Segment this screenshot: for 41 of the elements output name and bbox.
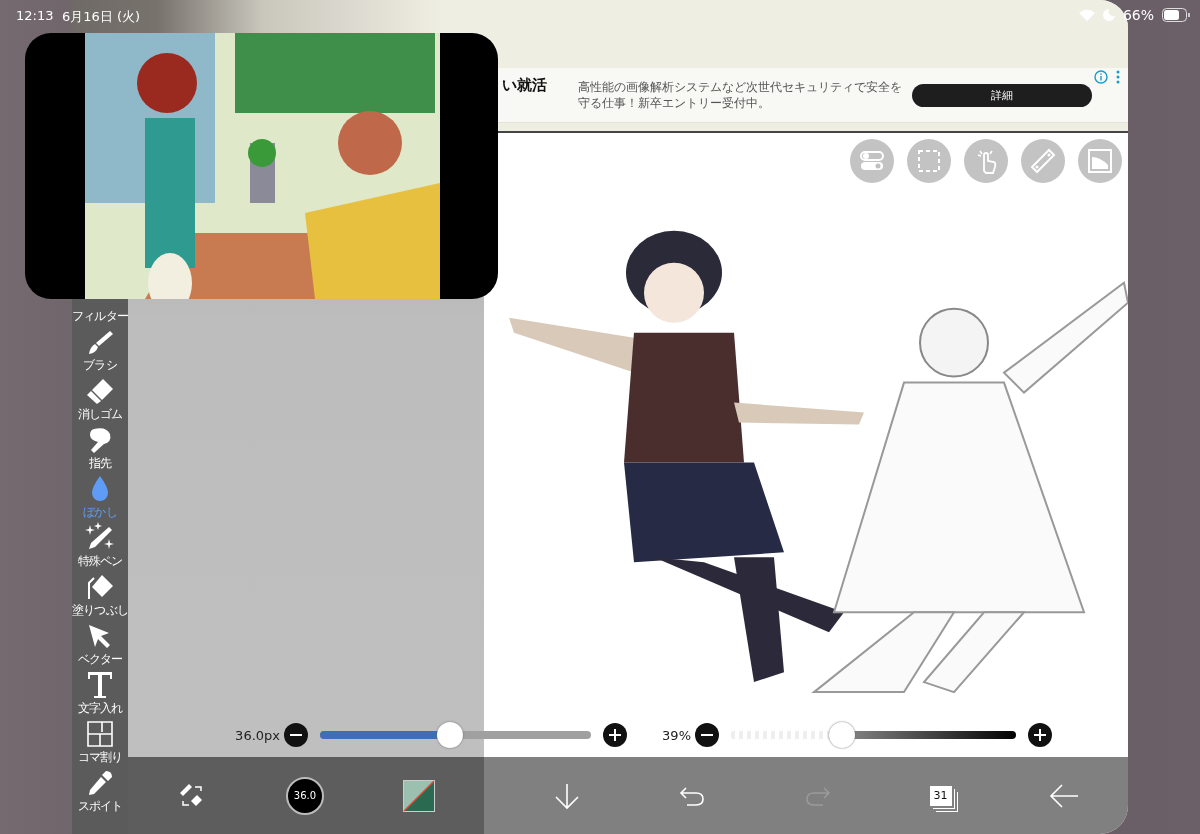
eraser-icon — [86, 377, 114, 405]
tool-button[interactable]: ベクター — [72, 618, 128, 667]
tool-button[interactable]: コマ割り — [72, 716, 128, 765]
tool-button[interactable]: 消しゴム — [72, 373, 128, 422]
brush-size-badge[interactable]: 36.0 — [286, 776, 324, 815]
video-window[interactable] — [25, 33, 498, 299]
minus-icon[interactable] — [284, 723, 308, 747]
info-icon[interactable] — [1094, 70, 1108, 84]
brush-size-value: 36.0px — [234, 727, 280, 743]
down-arrow-icon[interactable] — [552, 781, 581, 810]
eyedropper-icon — [86, 769, 114, 797]
paint-bucket-icon — [86, 573, 114, 601]
battery-icon — [1162, 8, 1190, 22]
moon-icon — [1102, 9, 1115, 21]
tool-button[interactable]: スポイト — [72, 765, 128, 814]
minus-icon[interactable] — [695, 723, 719, 747]
panel-grid-icon — [86, 720, 114, 748]
battery-percent: 66% — [1122, 7, 1154, 23]
status-date: 6月16日 (火) — [62, 8, 141, 26]
tool-button[interactable]: 特殊ペン — [72, 520, 128, 569]
sparkle-pen-icon — [85, 522, 115, 552]
color-swatch-icon[interactable] — [402, 779, 435, 812]
status-time: 12:13 — [16, 8, 54, 23]
details-button[interactable]: 詳細 — [912, 83, 1092, 107]
wifi-icon — [1078, 9, 1095, 21]
tool-button[interactable]: 指先 — [72, 422, 128, 471]
ad-title: い就活 — [502, 75, 548, 95]
ad-text: 高性能の画像解析システムなど次世代セキュリティで安全を守る仕事！新卒エントリー受付中。 — [578, 79, 903, 111]
opacity-value: 39% — [661, 727, 691, 743]
text-tool-icon — [86, 671, 114, 699]
plus-icon[interactable] — [603, 723, 627, 747]
tool-button[interactable]: ブラシ — [72, 324, 128, 373]
tool-button[interactable]: 文字入れ — [72, 667, 128, 716]
back-arrow-icon[interactable] — [1049, 781, 1080, 810]
tool-button[interactable]: 塗りつぶし — [72, 569, 128, 618]
plus-icon[interactable] — [1028, 723, 1052, 747]
more-icon[interactable] — [1116, 70, 1120, 84]
opacity-slider[interactable] — [731, 721, 1016, 749]
tool-button[interactable]: フィルター — [72, 304, 128, 324]
brush-size-slider[interactable] — [320, 721, 591, 749]
brush-icon — [86, 328, 114, 356]
